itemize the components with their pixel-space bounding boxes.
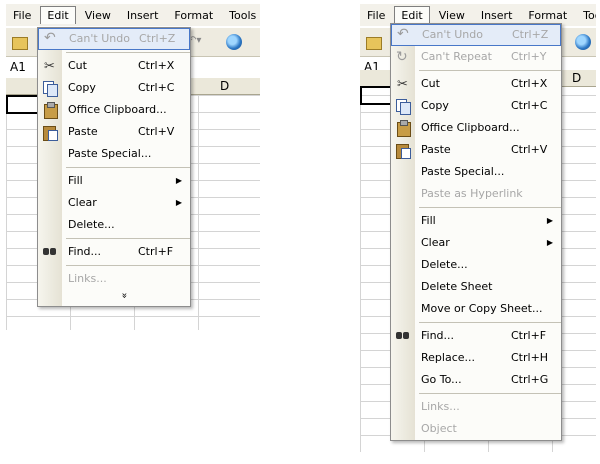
menu-separator [419, 70, 561, 71]
menu-item-delete[interactable]: Delete... [391, 254, 561, 276]
menu-item-delete[interactable]: Delete... [38, 214, 190, 236]
menu-item-delete-sheet[interactable]: Delete Sheet [391, 276, 561, 298]
edit-menu: Can't Undo Ctrl+Z Can't Repeat Ctrl+Y Cu… [390, 23, 562, 441]
menu-item-cut[interactable]: Cut Ctrl+X [391, 73, 561, 96]
expand-menu-chevron-icon[interactable]: » [38, 290, 190, 306]
menu-file[interactable]: File [6, 6, 38, 25]
globe-icon[interactable] [575, 34, 591, 50]
menu-separator [66, 238, 190, 239]
menu-item-copy[interactable]: Copy Ctrl+C [38, 77, 190, 99]
menu-insert[interactable]: Insert [120, 6, 166, 25]
undo-icon [43, 28, 59, 48]
column-header-d[interactable]: D [220, 79, 229, 93]
left-screenshot: File Edit View Insert Format Tools ↶▾ A1… [6, 0, 260, 330]
menu-item-links[interactable]: Links... [38, 268, 190, 290]
menu-view[interactable]: View [78, 6, 118, 25]
menu-separator [419, 322, 561, 323]
clipboard-icon [395, 120, 411, 137]
menu-item-cut[interactable]: Cut Ctrl+X [38, 55, 190, 78]
menu-item-go-to[interactable]: Go To... Ctrl+G [391, 369, 561, 391]
menu-separator [66, 265, 190, 266]
repeat-icon [395, 46, 411, 68]
menu-item-office-clipboard[interactable]: Office Clipboard... [391, 117, 561, 139]
binoculars-icon [42, 244, 58, 260]
menu-item-copy[interactable]: Copy Ctrl+C [391, 95, 561, 117]
open-folder-icon[interactable] [366, 37, 382, 50]
menu-insert[interactable]: Insert [474, 6, 520, 25]
menu-edit[interactable]: Edit [40, 6, 76, 24]
menu-separator [419, 393, 561, 394]
edit-menu: Can't Undo Ctrl+Z Cut Ctrl+X Copy Ctrl+C… [37, 27, 191, 307]
clipboard-icon [42, 102, 58, 119]
submenu-arrow-icon: ▶ [175, 176, 182, 185]
scissors-icon [395, 74, 411, 96]
menu-item-undo[interactable]: Can't Undo Ctrl+Z [38, 28, 190, 50]
menu-item-paste-as-hyperlink[interactable]: Paste as Hyperlink [391, 183, 561, 205]
right-screenshot: File Edit View Insert Format Tools ▾ A1 … [360, 0, 596, 452]
menu-separator [66, 52, 190, 53]
submenu-arrow-icon: ▶ [546, 216, 553, 225]
menu-item-paste[interactable]: Paste Ctrl+V [38, 121, 190, 143]
menu-item-replace[interactable]: Replace... Ctrl+H [391, 347, 561, 369]
menu-file[interactable]: File [360, 6, 392, 25]
menu-item-find[interactable]: Find... Ctrl+F [391, 325, 561, 347]
submenu-arrow-icon: ▶ [546, 238, 553, 247]
menu-tools[interactable]: Tools [222, 6, 260, 25]
column-header-d[interactable]: D [572, 71, 581, 85]
menu-item-object[interactable]: Object [391, 418, 561, 440]
menu-item-fill[interactable]: Fill ▶ [391, 210, 561, 232]
paste-icon [42, 124, 58, 141]
menu-item-undo[interactable]: Can't Undo Ctrl+Z [391, 24, 561, 46]
menu-tools[interactable]: Tools [576, 6, 596, 25]
scissors-icon [42, 56, 58, 78]
menu-item-move-or-copy-sheet[interactable]: Move or Copy Sheet... [391, 298, 561, 320]
undo-icon [396, 24, 412, 44]
binoculars-icon [395, 328, 411, 344]
menu-item-clear[interactable]: Clear ▶ [38, 192, 190, 214]
menu-format[interactable]: Format [167, 6, 220, 25]
menu-item-find[interactable]: Find... Ctrl+F [38, 241, 190, 263]
menu-item-repeat[interactable]: Can't Repeat Ctrl+Y [391, 46, 561, 68]
submenu-arrow-icon: ▶ [175, 198, 182, 207]
menu-edit[interactable]: Edit [394, 6, 430, 24]
menu-item-clear[interactable]: Clear ▶ [391, 232, 561, 254]
menu-item-paste[interactable]: Paste Ctrl+V [391, 139, 561, 161]
globe-icon[interactable] [226, 34, 242, 50]
paste-icon [395, 142, 411, 159]
menu-item-fill[interactable]: Fill ▶ [38, 170, 190, 192]
menu-item-office-clipboard[interactable]: Office Clipboard... [38, 99, 190, 121]
copy-icon [42, 80, 58, 97]
menu-separator [66, 167, 190, 168]
menu-separator [419, 207, 561, 208]
menu-item-paste-special[interactable]: Paste Special... [38, 143, 190, 165]
menu-view[interactable]: View [432, 6, 472, 25]
menu-bar: File Edit View Insert Format Tools [6, 4, 260, 26]
open-folder-icon[interactable] [12, 37, 28, 50]
menu-format[interactable]: Format [521, 6, 574, 25]
menu-item-links[interactable]: Links... [391, 396, 561, 418]
copy-icon [395, 98, 411, 115]
menu-item-paste-special[interactable]: Paste Special... [391, 161, 561, 183]
